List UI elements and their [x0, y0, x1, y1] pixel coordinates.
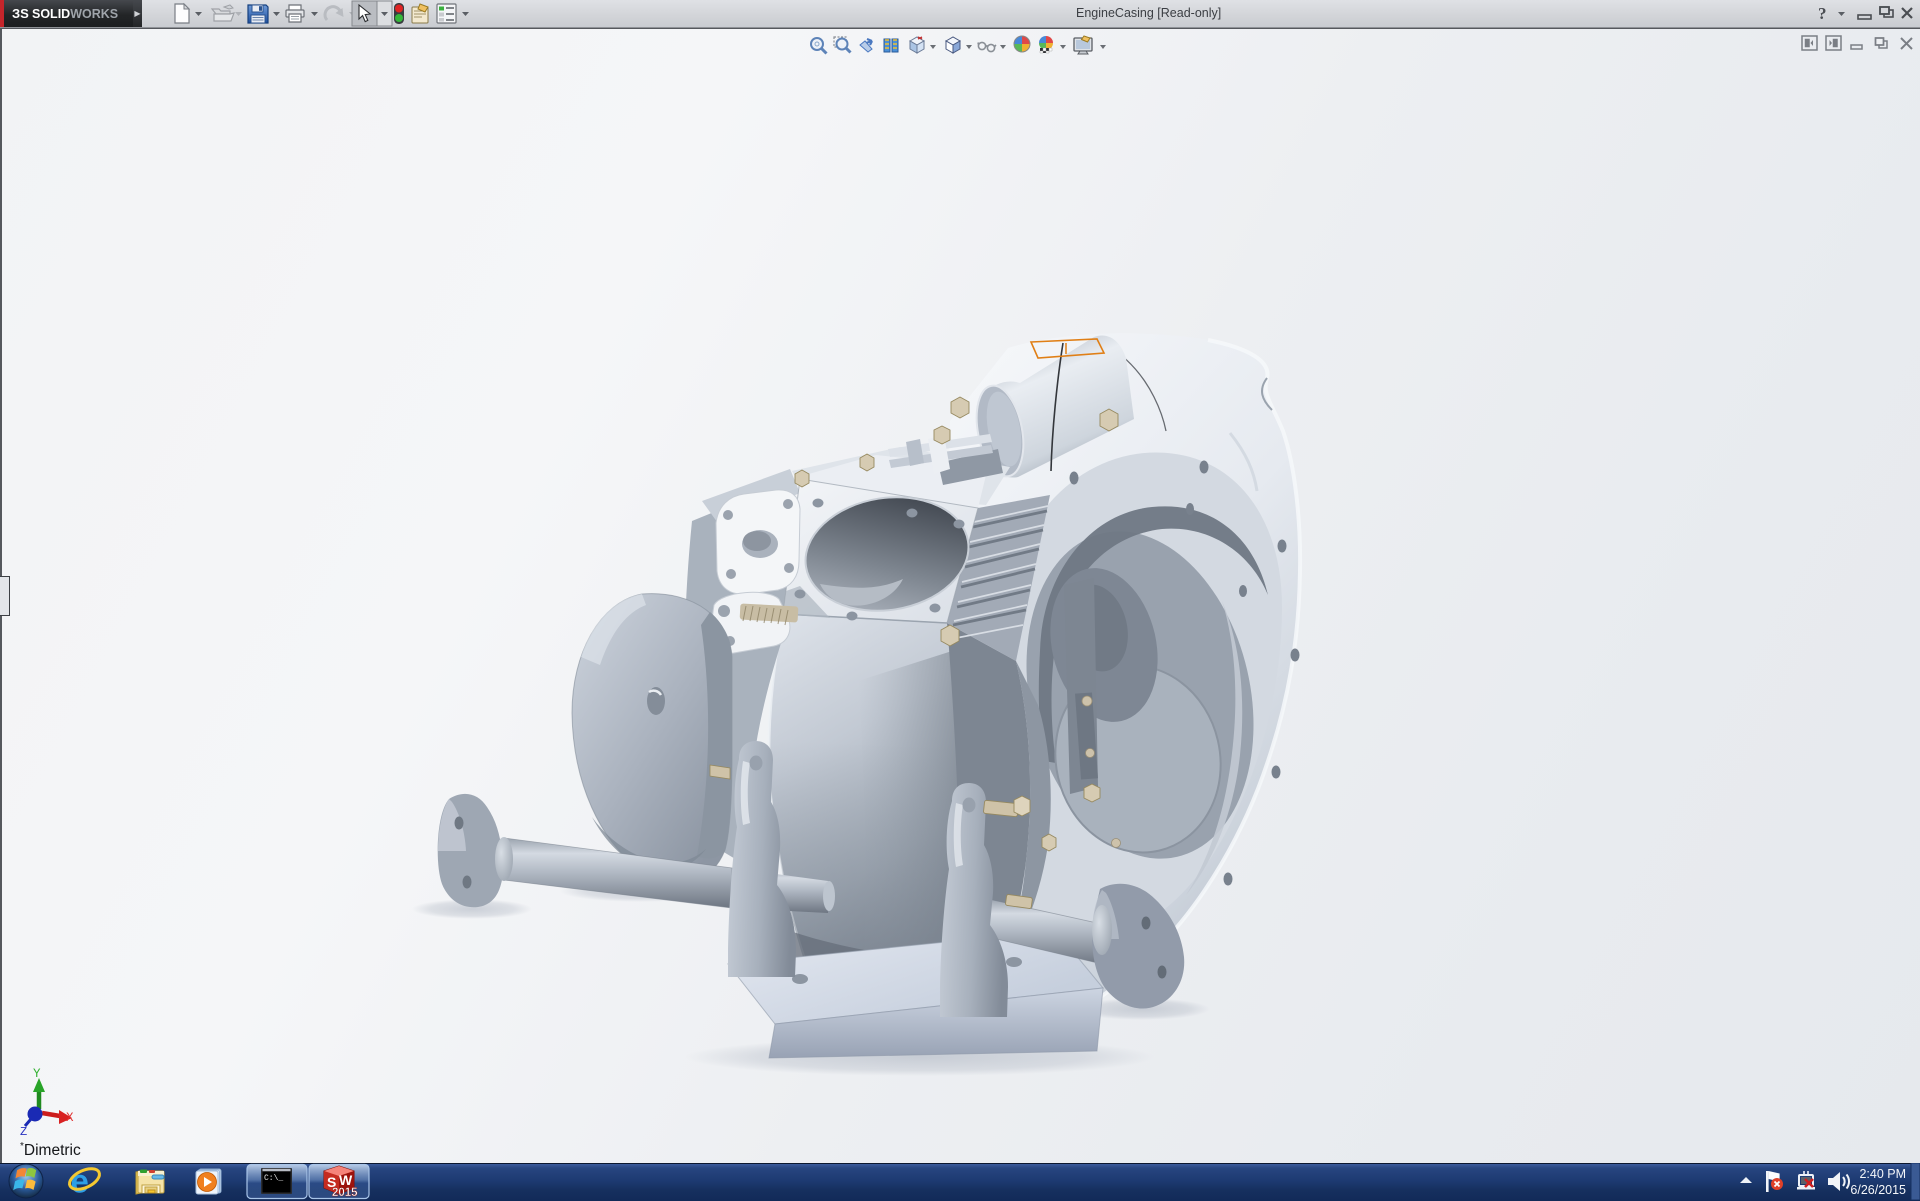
svg-text:X: X — [66, 1111, 74, 1125]
svg-text:C:\_: C:\_ — [264, 1174, 283, 1183]
svg-text:SOLIDWORKS: SOLIDWORKS — [32, 7, 118, 21]
svg-text:Y: Y — [33, 1067, 41, 1081]
svg-text:2:40 PM: 2:40 PM — [1859, 1167, 1906, 1181]
svg-text:?: ? — [1818, 4, 1827, 23]
svg-text:6/26/2015: 6/26/2015 — [1850, 1183, 1906, 1197]
svg-text:Z: Z — [20, 1125, 27, 1139]
svg-text:W: W — [339, 1172, 353, 1188]
svg-text:2015: 2015 — [332, 1187, 358, 1199]
svg-text:ЗS: ЗS — [12, 6, 29, 21]
